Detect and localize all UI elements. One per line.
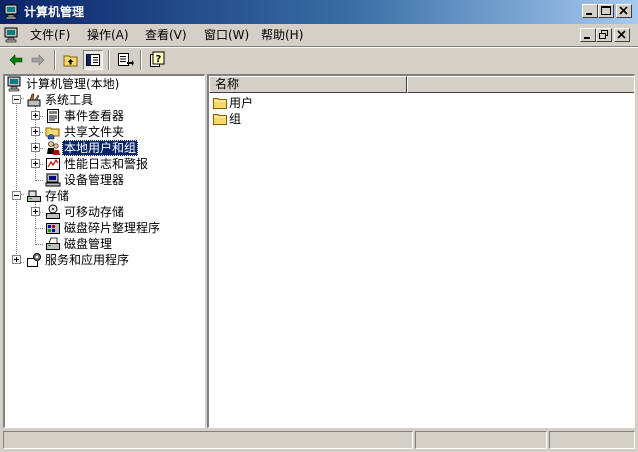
expand-icon[interactable] bbox=[12, 255, 21, 264]
collapse-icon[interactable] bbox=[12, 95, 21, 104]
export-list-icon bbox=[118, 53, 134, 66]
tree-item-label: 事件查看器 bbox=[64, 109, 125, 123]
menu-view[interactable]: 查看(V) bbox=[145, 27, 187, 43]
status-panel-2 bbox=[415, 431, 547, 449]
tree-item-label: 设备管理器 bbox=[64, 173, 125, 187]
tree-item-label: 计算机管理(本地) bbox=[26, 77, 120, 91]
toolbar-separator bbox=[140, 50, 142, 70]
column-header-name[interactable]: 名称 bbox=[209, 76, 407, 93]
services-applications-icon bbox=[26, 252, 42, 268]
toolbar-separator bbox=[108, 50, 110, 70]
tree-item-label: 服务和应用程序 bbox=[45, 253, 130, 267]
up-level-button[interactable] bbox=[61, 50, 81, 70]
storage-icon bbox=[26, 188, 42, 204]
expand-icon[interactable] bbox=[31, 127, 40, 136]
status-panel-main bbox=[3, 431, 413, 449]
tree-item-system-tools[interactable]: 系统工具 bbox=[5, 92, 201, 108]
system-tools-icon bbox=[26, 92, 42, 108]
defragmenter-icon bbox=[45, 220, 61, 236]
child-restore-button[interactable] bbox=[596, 28, 612, 42]
tree-item-label: 磁盘碎片整理程序 bbox=[64, 221, 161, 235]
shared-folder-icon bbox=[45, 124, 61, 140]
tree-item-computer-management[interactable]: 计算机管理(本地) bbox=[5, 76, 201, 92]
export-list-button[interactable] bbox=[115, 50, 135, 70]
expand-icon[interactable] bbox=[31, 143, 40, 152]
column-header-empty[interactable] bbox=[407, 76, 634, 93]
menu-help[interactable]: 帮助(H) bbox=[261, 27, 303, 43]
show-hide-console-tree-button[interactable] bbox=[83, 50, 103, 70]
expand-icon[interactable] bbox=[31, 159, 40, 168]
child-minimize-button[interactable] bbox=[580, 28, 596, 42]
console-tree[interactable]: 计算机管理(本地) 系统工具 事件查看器 共享文件夹 本地用户和组 性能日志和警… bbox=[3, 74, 205, 428]
restore-icon bbox=[599, 30, 608, 39]
tree-item-disk-management[interactable]: 磁盘管理 bbox=[5, 236, 201, 252]
computer-management-icon[interactable] bbox=[4, 27, 20, 43]
tree-item-device-manager[interactable]: 设备管理器 bbox=[5, 172, 201, 188]
close-icon bbox=[617, 30, 626, 39]
menu-file[interactable]: 文件(F) bbox=[30, 27, 70, 43]
tree-item-shared-folders[interactable]: 共享文件夹 bbox=[5, 124, 201, 140]
minimize-icon bbox=[586, 13, 592, 15]
tree-item-services-applications[interactable]: 服务和应用程序 bbox=[5, 252, 201, 268]
close-icon bbox=[619, 6, 628, 15]
help-button[interactable]: ? bbox=[147, 50, 167, 70]
menu-window[interactable]: 窗口(W) bbox=[204, 27, 249, 43]
close-button[interactable] bbox=[616, 4, 632, 18]
status-bar bbox=[0, 430, 638, 452]
expand-icon[interactable] bbox=[31, 207, 40, 216]
disk-management-icon bbox=[45, 236, 61, 252]
maximize-icon bbox=[601, 6, 611, 15]
folder-icon bbox=[212, 111, 228, 127]
computer-management-icon bbox=[7, 76, 23, 92]
menu-action[interactable]: 操作(A) bbox=[87, 27, 129, 43]
tree-item-label: 可移动存储 bbox=[64, 205, 125, 219]
computer-management-icon bbox=[4, 4, 20, 20]
help-icon: ? bbox=[150, 51, 165, 67]
tree-item-label: 存储 bbox=[45, 189, 70, 203]
minimize-button[interactable] bbox=[582, 4, 598, 18]
list-item-users[interactable]: 用户 bbox=[212, 95, 332, 111]
tree-item-performance-logs[interactable]: 性能日志和警报 bbox=[5, 156, 201, 172]
title-bar[interactable]: 计算机管理 bbox=[0, 0, 638, 24]
up-level-icon bbox=[63, 55, 78, 67]
list-item-label: 用户 bbox=[229, 96, 254, 110]
details-list[interactable]: 名称 用户 组 bbox=[207, 74, 635, 428]
list-item-groups[interactable]: 组 bbox=[212, 111, 332, 127]
tree-item-event-viewer[interactable]: 事件查看器 bbox=[5, 108, 201, 124]
tree-item-label: 系统工具 bbox=[45, 93, 94, 107]
tree-item-defragmenter[interactable]: 磁盘碎片整理程序 bbox=[5, 220, 201, 236]
event-viewer-icon bbox=[45, 108, 61, 124]
toolbar: ? bbox=[0, 47, 638, 73]
tree-item-removable-storage[interactable]: 可移动存储 bbox=[5, 204, 201, 220]
svg-text:?: ? bbox=[156, 54, 162, 65]
tree-item-label: 本地用户和组 bbox=[62, 140, 139, 156]
column-header-label: 名称 bbox=[215, 77, 240, 91]
child-close-button[interactable] bbox=[614, 28, 630, 42]
show-hide-console-tree-icon bbox=[86, 54, 100, 66]
maximize-button[interactable] bbox=[598, 4, 614, 18]
tree-item-local-users-groups[interactable]: 本地用户和组 bbox=[5, 140, 201, 156]
forward-icon bbox=[31, 54, 45, 66]
expand-icon[interactable] bbox=[31, 111, 40, 120]
collapse-icon[interactable] bbox=[12, 191, 21, 200]
forward-button[interactable] bbox=[28, 50, 48, 70]
toolbar-separator bbox=[54, 50, 56, 70]
tree-item-label: 共享文件夹 bbox=[64, 125, 125, 139]
performance-logs-icon bbox=[45, 156, 61, 172]
window-title: 计算机管理 bbox=[24, 5, 85, 19]
tree-item-storage[interactable]: 存储 bbox=[5, 188, 201, 204]
back-icon bbox=[9, 54, 23, 66]
status-panel-3 bbox=[549, 431, 635, 449]
list-item-label: 组 bbox=[229, 112, 242, 126]
local-users-groups-icon bbox=[45, 140, 61, 156]
device-manager-icon bbox=[45, 172, 61, 188]
tree-item-label: 性能日志和警报 bbox=[64, 157, 149, 171]
minimize-icon bbox=[584, 37, 590, 39]
folder-icon bbox=[212, 95, 228, 111]
tree-item-label: 磁盘管理 bbox=[64, 237, 113, 251]
back-button[interactable] bbox=[6, 50, 26, 70]
removable-storage-icon bbox=[45, 204, 61, 220]
menu-bar: 文件(F) 操作(A) 查看(V) 窗口(W) 帮助(H) bbox=[0, 24, 638, 46]
